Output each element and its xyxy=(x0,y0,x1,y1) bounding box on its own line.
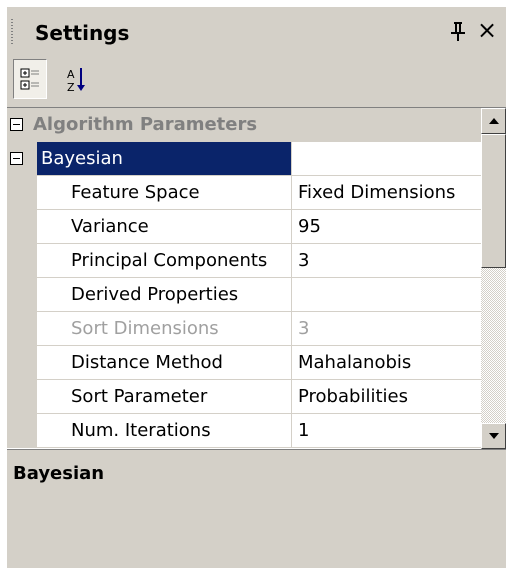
property-name-cell[interactable]: Feature Space xyxy=(37,176,291,210)
property-name-cell[interactable]: Derived Properties xyxy=(37,278,291,312)
scroll-down-button[interactable] xyxy=(481,423,506,449)
row-gutter xyxy=(7,142,37,176)
row-gutter xyxy=(7,414,37,448)
property-value: 3 xyxy=(298,250,310,271)
property-value-cell[interactable]: 1 xyxy=(291,414,481,448)
property-row[interactable]: Distance Method Mahalanobis xyxy=(7,346,481,380)
property-row[interactable]: Variance 95 xyxy=(7,210,481,244)
property-name: Principal Components xyxy=(71,250,268,271)
property-name-cell[interactable]: Sort Parameter xyxy=(37,380,291,414)
property-value: Fixed Dimensions xyxy=(298,182,456,203)
alphabetical-sort-button[interactable]: A Z xyxy=(59,59,93,99)
property-row-disabled: Sort Dimensions 3 xyxy=(7,312,481,346)
collapse-icon[interactable] xyxy=(10,118,23,131)
subcategory-name-cell[interactable]: Bayesian xyxy=(37,142,291,176)
collapse-icon[interactable] xyxy=(10,152,23,165)
settings-panel: Settings × A Z Algorithm Parameters Baye… xyxy=(7,7,506,568)
property-name-cell[interactable]: Num. Iterations xyxy=(37,414,291,448)
description-splitter[interactable] xyxy=(7,449,506,457)
row-gutter xyxy=(7,346,37,380)
row-gutter xyxy=(7,210,37,244)
close-icon[interactable]: × xyxy=(475,17,499,43)
property-name-cell: Sort Dimensions xyxy=(37,312,291,346)
property-row[interactable]: Feature Space Fixed Dimensions xyxy=(7,176,481,210)
categorized-view-icon xyxy=(20,68,39,90)
panel-title-bar: Settings × xyxy=(7,7,506,55)
property-value: 1 xyxy=(298,420,310,441)
property-value-cell[interactable]: 95 xyxy=(291,210,481,244)
panel-title: Settings xyxy=(35,21,130,45)
category-row-algorithm-parameters: Algorithm Parameters xyxy=(7,108,481,142)
property-name: Feature Space xyxy=(71,182,200,203)
property-name: Sort Parameter xyxy=(71,386,208,407)
row-gutter xyxy=(7,244,37,278)
property-value-cell[interactable]: Fixed Dimensions xyxy=(291,176,481,210)
description-pane: Bayesian xyxy=(7,457,506,568)
property-value-cell[interactable]: Mahalanobis xyxy=(291,346,481,380)
property-name: Distance Method xyxy=(71,352,223,373)
property-name: Sort Dimensions xyxy=(71,318,219,339)
property-value-cell[interactable]: 3 xyxy=(291,244,481,278)
property-value: 95 xyxy=(298,216,321,237)
vertical-scrollbar[interactable] xyxy=(481,108,506,449)
arrow-down-icon xyxy=(489,433,499,439)
scrollbar-thumb[interactable] xyxy=(481,134,506,268)
property-row[interactable]: Num. Iterations 1 xyxy=(7,414,481,448)
scroll-up-button[interactable] xyxy=(481,108,506,134)
subcategory-value-cell[interactable] xyxy=(291,142,481,176)
property-row[interactable]: Principal Components 3 xyxy=(7,244,481,278)
property-name-cell[interactable]: Variance xyxy=(37,210,291,244)
property-row[interactable]: Sort Parameter Probabilities xyxy=(7,380,481,414)
arrow-up-icon xyxy=(489,118,499,124)
property-name: Num. Iterations xyxy=(71,420,211,441)
row-gutter xyxy=(7,278,37,312)
property-value: 3 xyxy=(298,318,310,339)
pin-icon[interactable] xyxy=(447,19,469,43)
property-grid: Algorithm Parameters Bayesian Feature Sp… xyxy=(7,107,506,449)
subcategory-label: Bayesian xyxy=(41,148,123,169)
property-name-cell[interactable]: Distance Method xyxy=(37,346,291,380)
subcategory-row-bayesian[interactable]: Bayesian xyxy=(7,142,481,176)
property-value-cell: 3 xyxy=(291,312,481,346)
svg-text:A: A xyxy=(67,68,75,81)
property-value-cell[interactable] xyxy=(291,278,481,312)
property-name: Derived Properties xyxy=(71,284,239,305)
property-value: Mahalanobis xyxy=(298,352,412,373)
row-gutter xyxy=(7,312,37,346)
property-value-cell[interactable]: Probabilities xyxy=(291,380,481,414)
description-title: Bayesian xyxy=(13,463,105,484)
categorized-view-button[interactable] xyxy=(13,59,47,99)
property-name: Variance xyxy=(71,216,149,237)
toolbar: A Z xyxy=(7,55,506,107)
property-name-cell[interactable]: Principal Components xyxy=(37,244,291,278)
property-value: Probabilities xyxy=(298,386,408,407)
svg-text:Z: Z xyxy=(67,81,75,94)
row-gutter xyxy=(7,176,37,210)
property-row[interactable]: Derived Properties xyxy=(7,278,481,312)
alphabetical-sort-icon: A Z xyxy=(67,68,85,94)
drag-grip[interactable] xyxy=(11,19,13,45)
category-label: Algorithm Parameters xyxy=(33,114,258,135)
row-gutter xyxy=(7,380,37,414)
